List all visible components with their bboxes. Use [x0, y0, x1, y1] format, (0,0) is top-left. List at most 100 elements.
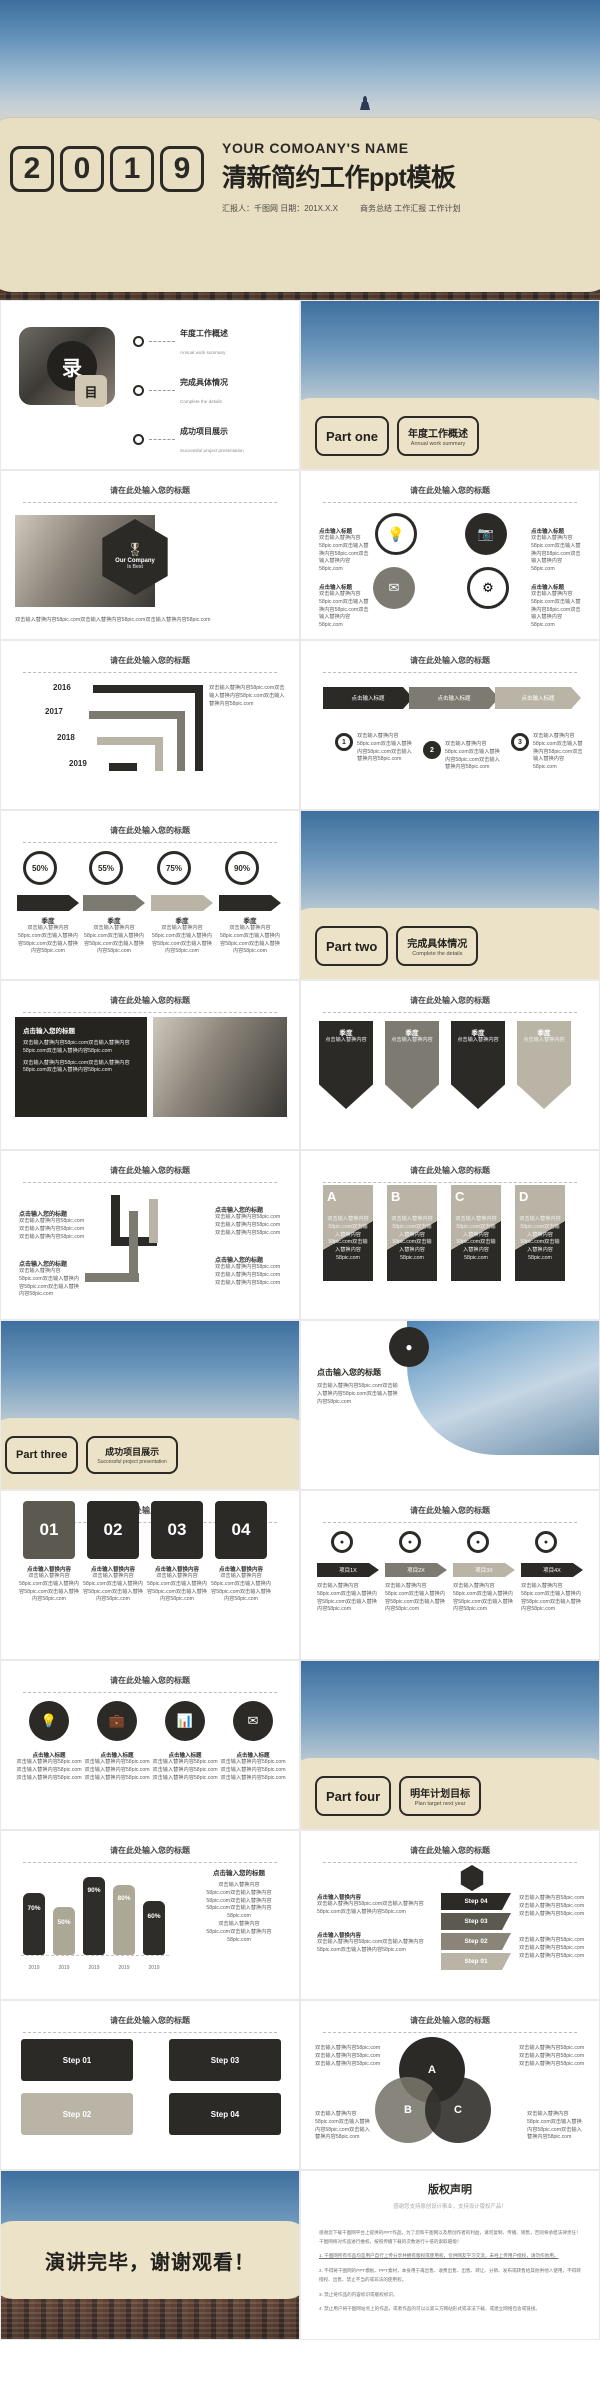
bar: 50% — [53, 1907, 75, 1955]
slide-projects[interactable]: 请在此处输入您的标题 ● ● ● ● 项目1X 项目2X 项目3X 项目4X 双… — [300, 1490, 600, 1660]
step-bar[interactable]: Step 03 — [441, 1913, 511, 1930]
part-label: Part two — [326, 938, 378, 954]
slide-chevrons[interactable]: 请在此处输入您的标题 季度 点击输入替换内容 季度 点击输入替换内容 季度 点击… — [300, 980, 600, 1150]
slide-percent-circles[interactable]: 请在此处输入您的标题 50% 55% 75% 90% 季度 双击输入替换内容58… — [0, 810, 300, 980]
part-chip-group: Part two 完成具体情况 Complete the details — [315, 926, 479, 967]
percent-desc: 双击输入替换内容58pic.com双击输入替换内容58pic.com双击输入替换… — [152, 925, 212, 955]
dashed-connector — [149, 389, 175, 391]
slide-icon-circles[interactable]: 请在此处输入您的标题 💡 📷 ✉ ⚙ 点击输入标题 双击输入替换内容58pic.… — [300, 470, 600, 640]
copyright-paragraph: 3. 禁止将作品的内容标识或版权标识。 — [319, 2291, 398, 2297]
chevron-card[interactable]: 季度 点击输入替换内容 — [451, 1021, 505, 1109]
chart-title: 请在此处输入您的标题 — [1, 1845, 299, 1863]
project-desc: 双击输入替换内容58pic.com双击输入替换内容58pic.com双击输入替换… — [521, 1583, 581, 1613]
number-card[interactable]: 04 — [215, 1501, 267, 1559]
list-item[interactable]: 年度工作概述 Annual work summary — [133, 323, 293, 359]
slide-award[interactable]: 请在此处输入您的标题 🎖 Our Company Is Best 双击输入替换内… — [0, 470, 300, 640]
camera-icon[interactable]: 📷 — [465, 513, 507, 555]
list-item[interactable]: 完成具体情况 Complete the details — [133, 372, 293, 408]
part-panel: Part four 明年计划目标 Plan target next year — [301, 1758, 599, 1829]
step-bar[interactable]: Step 01 — [441, 1953, 511, 1970]
slide-heading: 请在此处输入您的标题 — [301, 995, 599, 1013]
slide-thank-you[interactable]: 演讲完毕，谢谢观看！ — [0, 2170, 300, 2340]
project-desc: 双击输入替换内容58pic.com双击输入替换内容58pic.com双击输入替换… — [453, 1583, 513, 1613]
number-card[interactable]: 01 — [23, 1501, 75, 1559]
process-desc: 双击输入替换内容58pic.com双击输入替换内容58pic.com双击输入替换… — [357, 733, 412, 763]
chevron-title: 季度 — [405, 1030, 419, 1037]
number-desc: 双击输入替换内容58pic.com双击输入替换内容58pic.com双击输入替换… — [19, 1573, 79, 1603]
chart-icon[interactable]: 📊 — [165, 1701, 205, 1741]
slide-photo-title[interactable]: ● 点击输入您的标题 双击输入替换内容58pic.com双击输入替换内容58pi… — [300, 1320, 600, 1490]
process-arrow[interactable]: 点击输入标题 — [495, 687, 581, 709]
idea-icon[interactable]: 💡 — [375, 513, 417, 555]
slide-part-three[interactable]: Part three 成功项目展示 Successful project pre… — [0, 1320, 300, 1490]
slide-venn[interactable]: 请在此处输入您的标题 A B C 双击输入替换内容58pic.com双击输入替换… — [300, 2000, 600, 2170]
icon-desc: 双击输入替换内容58pic.com双击输入替换内容58pic.com双击输入替换… — [220, 1759, 286, 1781]
mail-icon[interactable]: ✉ — [233, 1701, 273, 1741]
x-tick-label: 2019 — [28, 1965, 40, 1971]
number-desc: 双击输入替换内容58pic.com双击输入替换内容58pic.com双击输入替换… — [147, 1573, 207, 1603]
slide-pipes[interactable]: 请在此处输入您的标题 点击输入您的标题 双击输入替换内容58pic.com双击输… — [0, 1150, 300, 1320]
number-card[interactable]: 03 — [151, 1501, 203, 1559]
slide-icon-row[interactable]: 请在此处输入您的标题 💡 💼 📊 ✉ 点击输入标题 双击输入替换内容58pic.… — [0, 1660, 300, 1830]
dark-text-panel: 点击输入您的标题 双击输入替换内容58pic.com双击输入替换内容58pic.… — [15, 1017, 147, 1117]
briefcase-icon[interactable]: 💼 — [97, 1701, 137, 1741]
step-card[interactable]: Step 03 — [169, 2039, 281, 2081]
chevron-desc: 点击输入替换内容 — [325, 1037, 367, 1043]
number-label: 点击输入替换内容 — [26, 1567, 71, 1573]
number-card[interactable]: 02 — [87, 1501, 139, 1559]
slide-number-cards[interactable]: 请在此处输入您的标题 01 02 03 04 点击输入替换内容 双击输入替换内容… — [0, 1490, 300, 1660]
slide-step-boxes[interactable]: 请在此处输入您的标题 Step 01 Step 03 Step 02 Step … — [0, 2000, 300, 2170]
idea-icon[interactable]: 💡 — [29, 1701, 69, 1741]
abcd-card[interactable]: A 双击输入替换内容58pic.com双击输入替换内容58pic.com双击输入… — [323, 1185, 373, 1281]
number-caption: 点击输入替换内容 双击输入替换内容58pic.com双击输入替换内容58pic.… — [147, 1565, 207, 1604]
process-arrow[interactable]: 点击输入标题 — [409, 687, 499, 709]
list-item[interactable]: 成功项目展示 Successful project presentation — [133, 421, 293, 457]
slide-abcd-cards[interactable]: 请在此处输入您的标题 A 双击输入替换内容58pic.com双击输入替换内容58… — [300, 1150, 600, 1320]
number-caption: 点击输入替换内容 双击输入替换内容58pic.com双击输入替换内容58pic.… — [211, 1565, 271, 1604]
toc-item-label: 完成具体情况 — [180, 378, 228, 387]
slide-part-one[interactable]: Part one 年度工作概述 Annual work summary — [300, 300, 600, 470]
step-card[interactable]: Step 02 — [21, 2093, 133, 2135]
abcd-card[interactable]: B 双击输入替换内容58pic.com双击输入替换内容58pic.com双击输入… — [387, 1185, 437, 1281]
icon-label: 点击输入标题 — [32, 1753, 66, 1759]
icon-caption: 点击输入标题 双击输入替换内容58pic.com双击输入替换内容58pic.co… — [219, 1751, 287, 1782]
slide-part-two[interactable]: Part two 完成具体情况 Complete the details — [300, 810, 600, 980]
process-arrow[interactable]: 点击输入标题 — [323, 687, 413, 709]
step-card[interactable]: Step 04 — [169, 2093, 281, 2135]
icon-label: 点击输入标题 — [531, 585, 565, 591]
slide-copyright[interactable]: 版权声明 感谢您支持原创设计事业，支持设计版权产品！ 感谢您下载千图网平台上提供… — [300, 2170, 600, 2340]
chevron-card[interactable]: 季度 点击输入替换内容 — [517, 1021, 571, 1109]
chevron-card[interactable]: 季度 点击输入替换内容 — [319, 1021, 373, 1109]
slide-table-of-contents[interactable]: 录 目 年度工作概述 Annual work summary 完成具体情况 Co… — [0, 300, 300, 470]
slide-text-photo[interactable]: 请在此处输入您的标题 点击输入您的标题 双击输入替换内容58pic.com双击输… — [0, 980, 300, 1150]
percent-band — [83, 895, 145, 911]
top-hexagon-icon — [460, 1865, 484, 1891]
abcd-card[interactable]: D 双击输入替换内容58pic.com双击输入替换内容58pic.com双击输入… — [515, 1185, 565, 1281]
number-label: 点击输入替换内容 — [154, 1567, 199, 1573]
slide-heading: 请在此处输入您的标题 — [1, 995, 299, 1013]
slide-timeline[interactable]: 请在此处输入您的标题 2016 2017 2018 2019 双击输入替换内容5… — [0, 640, 300, 810]
abcd-card[interactable]: C 双击输入替换内容58pic.com双击输入替换内容58pic.com双击输入… — [451, 1185, 501, 1281]
step-desc: 双击输入替换内容58pic.com双击输入替换内容58pic.com双击输入替换… — [519, 1937, 585, 1959]
slide-steps-pyramid[interactable]: 请在此处输入您的标题 Step 04 Step 03 Step 02 Step … — [300, 1830, 600, 2000]
icon-caption-2: 点击输入标题 双击输入替换内容58pic.com双击输入替换内容58pic.co… — [531, 527, 583, 574]
step-bar[interactable]: Step 02 — [441, 1933, 511, 1950]
chevron-desc: 点击输入替换内容 — [523, 1037, 565, 1043]
slide-part-four[interactable]: Part four 明年计划目标 Plan target next year — [300, 1660, 600, 1830]
slide-bar-chart[interactable]: 请在此处输入您的标题 70% 50% 90% 80% 60% 2019 2019… — [0, 1830, 300, 2000]
step-card[interactable]: Step 01 — [21, 2039, 133, 2081]
mail-icon[interactable]: ✉ — [373, 567, 415, 609]
bar-value-label: 60% — [147, 1913, 161, 1920]
step-bar[interactable]: Step 04 — [441, 1893, 511, 1910]
chevron-card[interactable]: 季度 点击输入替换内容 — [385, 1021, 439, 1109]
medal-icon: 🎖 — [126, 542, 144, 558]
icon-label: 点击输入标题 — [531, 529, 565, 535]
slide-heading: 请在此处输入您的标题 — [1, 1675, 299, 1693]
slide-process-arrows[interactable]: 请在此处输入您的标题 点击输入标题 点击输入标题 点击输入标题 1 2 3 双击… — [300, 640, 600, 810]
hero-title-block: YOUR COMOANY'S NAME 清新简约工作ppt模板 汇报人：千图网 … — [222, 140, 596, 214]
bar-value-label: 70% — [27, 1905, 41, 1912]
percent-band — [17, 895, 79, 911]
gear-icon[interactable]: ⚙ — [467, 567, 509, 609]
abcd-letter: D — [519, 1189, 529, 1204]
percent-label: 季度 — [107, 918, 121, 925]
